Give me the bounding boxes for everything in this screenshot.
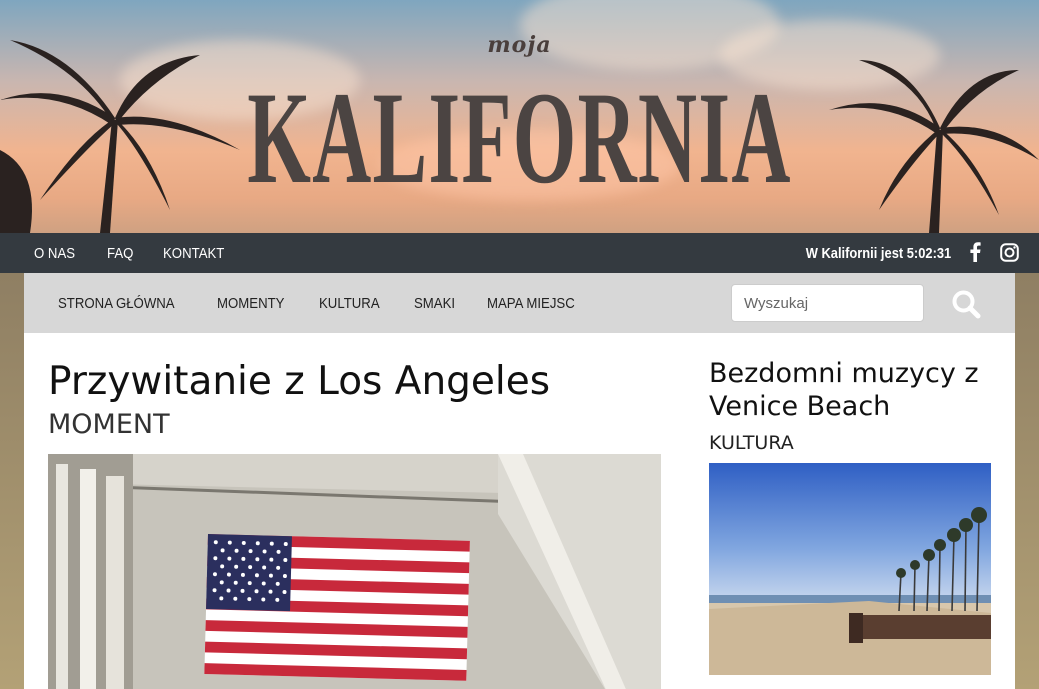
main-article-title[interactable]: Przywitanie z Los Angeles [48, 357, 661, 407]
main-article[interactable]: Przywitanie z Los Angeles MOMENT [48, 357, 661, 689]
hero-banner: moja KALIFORNIA [0, 0, 1039, 233]
top-link-o-nas[interactable]: O NAS [34, 245, 75, 262]
facebook-icon[interactable] [965, 242, 985, 262]
social-links [965, 242, 1019, 262]
main-article-image[interactable] [48, 454, 661, 689]
side-article[interactable]: Bezdomni muzycy z Venice Beach KULTURA [709, 357, 991, 675]
content-container: STRONA GŁÓWNA MOMENTY KULTURA SMAKI MAPA… [24, 273, 1015, 689]
california-clock: W Kalifornii jest 5:02:31 [805, 244, 951, 262]
top-link-faq[interactable]: FAQ [107, 245, 133, 262]
search-icon[interactable] [949, 287, 983, 321]
top-links: O NAS FAQ KONTAKT [34, 233, 232, 273]
nav-item-strona-glowna[interactable]: STRONA GŁÓWNA [58, 295, 175, 312]
nav-item-kultura[interactable]: KULTURA [319, 295, 380, 312]
venice-beach-photo [709, 463, 991, 675]
side-article-category[interactable]: KULTURA [709, 430, 991, 456]
side-article-title[interactable]: Bezdomni muzycy z Venice Beach [709, 357, 991, 423]
main-article-category[interactable]: MOMENT [48, 407, 661, 443]
nav-item-smaki[interactable]: SMAKI [414, 295, 455, 312]
top-link-kontakt[interactable]: KONTAKT [163, 245, 224, 262]
side-article-image[interactable] [709, 463, 991, 675]
nav-item-momenty[interactable]: MOMENTY [217, 295, 284, 312]
hero-subtitle: moja [487, 32, 552, 58]
nav-item-mapa-miejsc[interactable]: MAPA MIEJSC [487, 295, 575, 312]
site-logo-title[interactable]: KALIFORNIA [197, 72, 841, 204]
top-bar: O NAS FAQ KONTAKT W Kalifornii jest 5:02… [0, 233, 1039, 273]
main-nav: STRONA GŁÓWNA MOMENTY KULTURA SMAKI MAPA… [24, 273, 1015, 333]
american-flag-photo [48, 454, 661, 689]
instagram-icon[interactable] [999, 242, 1019, 262]
search-input[interactable] [731, 284, 924, 322]
